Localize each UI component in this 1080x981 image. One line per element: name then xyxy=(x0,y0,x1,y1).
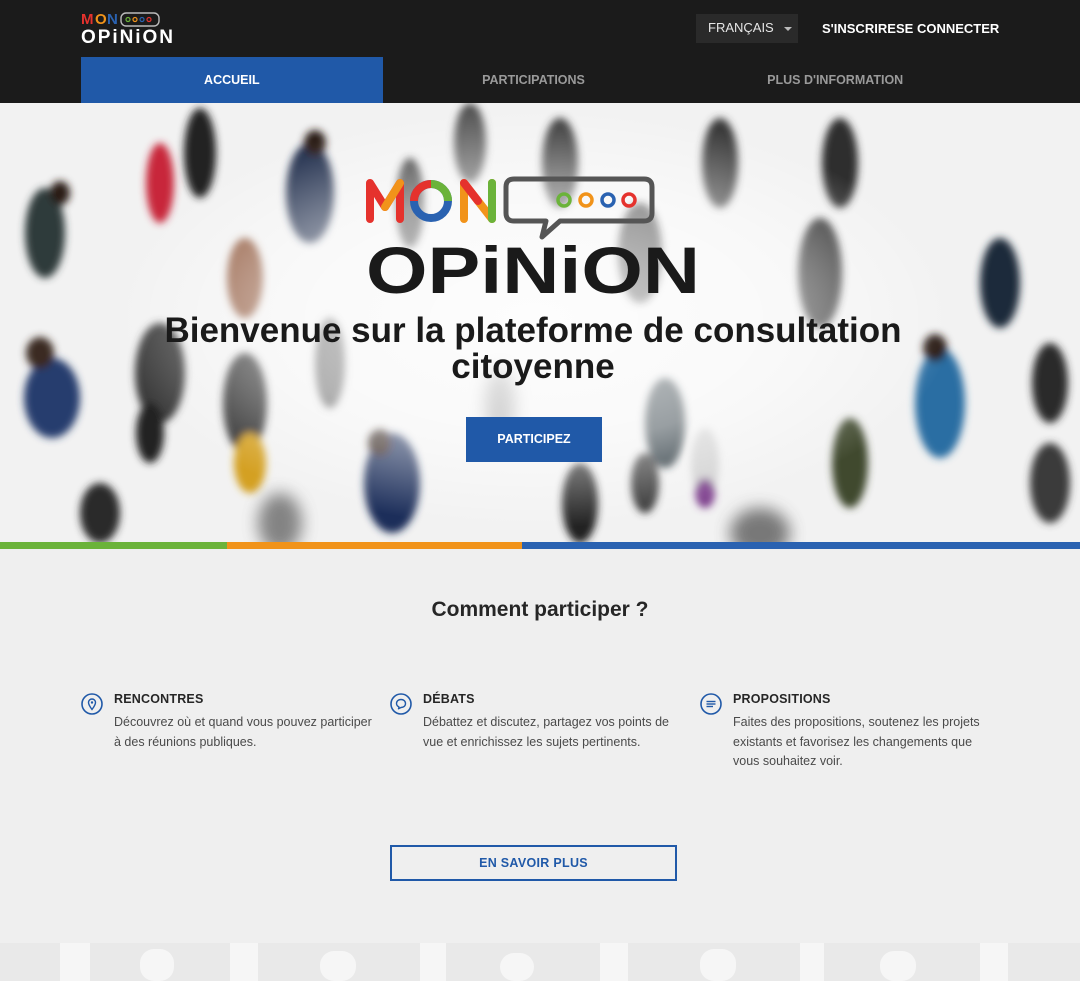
language-select[interactable]: FRANÇAIS xyxy=(696,14,798,43)
participate-button[interactable]: PARTICIPEZ xyxy=(466,417,602,462)
svg-text:O: O xyxy=(95,11,107,28)
signup-link[interactable]: S'INSCRIRE xyxy=(822,21,896,36)
language-value: FRANÇAIS xyxy=(708,20,774,35)
svg-text:M: M xyxy=(81,11,94,28)
mon-opinion-logo-small[interactable]: M O N OPiNiON xyxy=(81,10,177,46)
hero-title: Bienvenue sur la plateforme de consultat… xyxy=(164,311,902,386)
stripe-orange xyxy=(227,542,522,549)
stripe-green xyxy=(0,542,227,549)
section-title: Comment participer ? xyxy=(431,598,649,621)
hero-banner: OPiNiON Bienvenue sur la plateforme de c… xyxy=(0,103,1080,542)
feature-description: Débattez et discutez, partagez vos point… xyxy=(423,715,669,749)
location-pin-icon xyxy=(81,693,103,715)
feature-title: PROPOSITIONS xyxy=(733,692,831,706)
bottom-decorative-band xyxy=(0,943,1080,981)
svg-text:N: N xyxy=(107,11,118,28)
list-lines-icon xyxy=(700,693,722,715)
svg-text:OPiNiON: OPiNiON xyxy=(366,233,700,299)
feature-title: DÉBATS xyxy=(423,692,475,706)
decorative-pattern xyxy=(60,943,1008,981)
tab-participations[interactable]: PARTICIPATIONS xyxy=(383,57,685,103)
main-nav: ACCUEIL PARTICIPATIONS PLUS D'INFORMATIO… xyxy=(81,57,986,103)
feature-title: RENCONTRES xyxy=(114,692,204,706)
mon-opinion-logo: OPiNiON xyxy=(366,176,700,299)
tab-plus-information[interactable]: PLUS D'INFORMATION xyxy=(684,57,986,103)
svg-text:OPiNiON: OPiNiON xyxy=(81,27,173,46)
speech-bubble-icon xyxy=(390,693,412,715)
site-header: M O N OPiNiON FRANÇAIS S'INSCRIRE SE CON… xyxy=(0,0,1080,103)
chevron-down-icon xyxy=(784,27,792,31)
feature-description: Découvrez où et quand vous pouvez partic… xyxy=(114,715,372,749)
stripe-blue xyxy=(522,542,1080,549)
learn-more-button[interactable]: EN SAVOIR PLUS xyxy=(390,845,677,881)
feature-description: Faites des propositions, soutenez les pr… xyxy=(733,715,980,768)
color-stripes xyxy=(0,542,1080,549)
tab-accueil[interactable]: ACCUEIL xyxy=(81,57,383,103)
login-link[interactable]: SE CONNECTER xyxy=(896,21,999,36)
